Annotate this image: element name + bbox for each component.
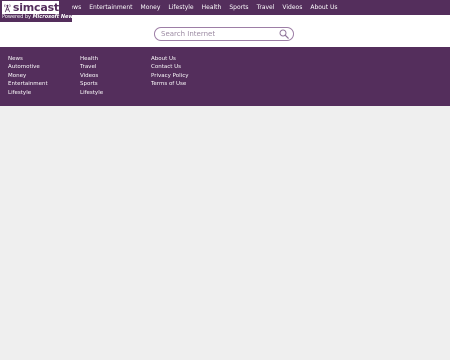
footer-link-privacy-policy[interactable]: Privacy Policy: [151, 72, 188, 80]
search-box: [154, 27, 294, 41]
footer-column-company: About Us Contact Us Privacy Policy Terms…: [151, 55, 188, 89]
footer-link-entertainment[interactable]: Entertainment: [8, 80, 48, 88]
nav-item-lifestyle[interactable]: Lifestyle: [164, 0, 197, 15]
footer-column-sections: Health Travel Videos Sports Lifestyle: [80, 55, 103, 97]
footer-link-sports[interactable]: Sports: [80, 80, 103, 88]
powered-by-prefix: Powered by: [2, 14, 33, 20]
top-nav-bar: simcast Powered by Microsoft News News E…: [0, 0, 450, 22]
footer-link-health[interactable]: Health: [80, 55, 103, 63]
main-nav: News Entertainment Money Lifestyle Healt…: [61, 0, 342, 15]
nav-item-travel[interactable]: Travel: [253, 0, 279, 15]
nav-item-videos[interactable]: Videos: [278, 0, 306, 15]
powered-by-brand: Microsoft News: [32, 14, 77, 20]
nav-item-money[interactable]: Money: [137, 0, 165, 15]
logo-badge: simcast: [2, 1, 59, 14]
footer: News Automotive Money Entertainment Life…: [0, 47, 450, 106]
logo-wordmark: simcast: [12, 0, 59, 14]
footer-link-travel[interactable]: Travel: [80, 63, 103, 71]
simcast-logo[interactable]: simcast Powered by Microsoft News: [0, 0, 76, 22]
footer-link-lifestyle-2[interactable]: Lifestyle: [80, 89, 103, 97]
footer-link-about-us[interactable]: About Us: [151, 55, 188, 63]
search-input[interactable]: [161, 30, 273, 38]
footer-link-lifestyle[interactable]: Lifestyle: [8, 89, 48, 97]
powered-by-label: Powered by Microsoft News: [2, 14, 76, 20]
footer-link-terms-of-use[interactable]: Terms of Use: [151, 80, 188, 88]
footer-link-contact-us[interactable]: Contact Us: [151, 63, 188, 71]
nav-item-entertainment[interactable]: Entertainment: [85, 0, 136, 15]
search-icon[interactable]: [279, 29, 289, 39]
footer-link-videos[interactable]: Videos: [80, 72, 103, 80]
nav-item-sports[interactable]: Sports: [225, 0, 252, 15]
footer-link-money[interactable]: Money: [8, 72, 48, 80]
antenna-icon: [4, 3, 11, 12]
nav-item-health[interactable]: Health: [198, 0, 226, 15]
footer-column-categories: News Automotive Money Entertainment Life…: [8, 55, 48, 97]
footer-link-news[interactable]: News: [8, 55, 48, 63]
nav-item-about-us[interactable]: About Us: [306, 0, 341, 15]
footer-link-automotive[interactable]: Automotive: [8, 63, 48, 71]
